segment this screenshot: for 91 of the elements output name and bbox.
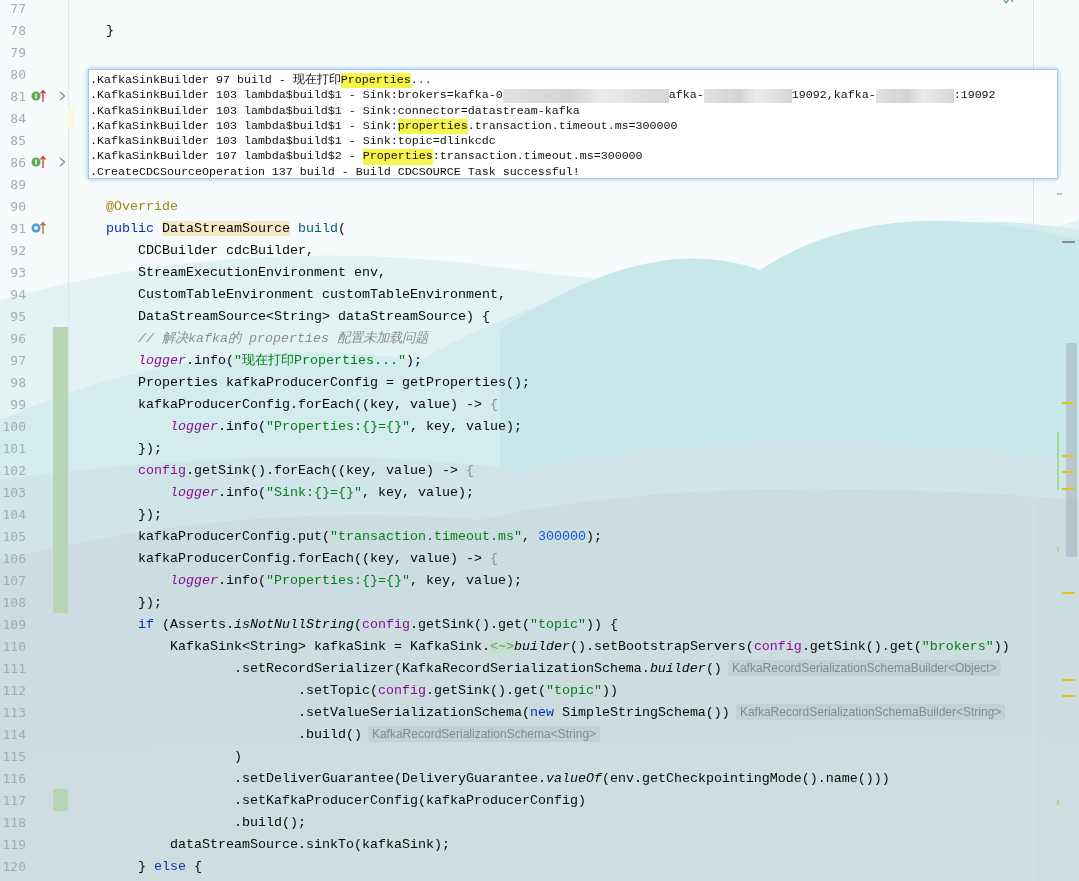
- line-number: 78: [9, 22, 26, 38]
- code-text: kafkaProducerConfig.forEach((key, value) -> {: [137, 550, 498, 566]
- error-stripe-mark[interactable]: [1057, 432, 1059, 490]
- code-text: .setKafkaProducerConfig(kafkaProducerConfig): [232, 792, 586, 808]
- log-line: .KafkaSinkBuilder 103 lambda$build$1 - Sink:topic=dlinkcdc: [90, 134, 497, 150]
- line-number: 94: [9, 286, 26, 302]
- line-number: 103: [1, 484, 26, 500]
- change-marker[interactable]: [53, 591, 68, 613]
- code-text: CDCBuilder cdcBuilder,: [137, 242, 314, 258]
- overriding-method-icon[interactable]: [31, 221, 47, 235]
- line-number: 98: [9, 374, 26, 390]
- log-line: .CreateCDCSourceOperation 137 build - Build CDCSOURCE Task successful!: [90, 164, 581, 181]
- type-hint: KafkaRecordSerializationSchema<String>: [367, 726, 601, 742]
- code-text: logger.info("Sink:{}={}", key, value);: [168, 484, 474, 500]
- code-text: .build(): [296, 726, 362, 742]
- code-text: .setRecordSerializer(KafkaRecordSerializationSchema.builder(): [232, 660, 722, 676]
- error-stripe-mark[interactable]: [1057, 193, 1062, 195]
- code-text: logger.info("Properties:{}={}", key, value);: [168, 418, 522, 434]
- line-number: 97: [9, 352, 26, 368]
- error-stripe-mark[interactable]: [1062, 402, 1075, 404]
- code-text: CustomTableEnvironment customTableEnvironment,: [137, 286, 506, 302]
- line-number: 105: [1, 528, 26, 544]
- error-stripe-mark[interactable]: [1062, 695, 1075, 697]
- line-number: 80: [9, 66, 26, 82]
- code-text: .setValueSerializationSchema(new SimpleStringSchema()): [296, 704, 730, 720]
- error-stripe-mark[interactable]: [1062, 592, 1075, 594]
- error-stripe-mark[interactable]: [1062, 241, 1075, 243]
- code-text: public DataStreamSource build(: [105, 220, 346, 236]
- line-number: 90: [9, 198, 26, 214]
- code-text: }: [105, 22, 114, 38]
- line-number: 92: [9, 242, 26, 258]
- code-text: StreamExecutionEnvironment env,: [137, 264, 386, 280]
- change-marker[interactable]: [53, 327, 68, 349]
- line-number: 79: [9, 44, 26, 60]
- error-stripe-mark[interactable]: [1057, 547, 1059, 552]
- change-marker[interactable]: [53, 789, 68, 811]
- code-text: kafkaProducerConfig.forEach((key, value) -> {: [137, 396, 498, 412]
- line-number: 81: [9, 88, 26, 104]
- check-icon[interactable]: [1003, 0, 1015, 5]
- code-text: dataStreamSource.sinkTo(kafkaSink);: [168, 836, 450, 852]
- error-stripe-mark[interactable]: [1062, 488, 1075, 490]
- line-number: 89: [9, 176, 26, 192]
- error-stripe-mark[interactable]: [1062, 455, 1075, 457]
- line-number: 93: [9, 264, 26, 280]
- code-text: });: [137, 594, 162, 610]
- line-number: 77: [9, 0, 26, 16]
- line-number: 96: [9, 330, 26, 346]
- line-number: 101: [1, 440, 26, 456]
- code-text: KafkaSink<String> kafkaSink = KafkaSink.: [168, 638, 490, 654]
- implementing-method-icon[interactable]: [31, 89, 47, 103]
- chevron-right-icon[interactable]: [59, 91, 66, 101]
- code-text: .setTopic(config.getSink().get("topic")): [296, 682, 618, 698]
- code-text: .build();: [232, 814, 306, 830]
- type-hint: KafkaRecordSerializationSchemaBuilder<Object>: [727, 660, 1001, 676]
- code-text: ): [232, 748, 242, 764]
- log-line: .KafkaSinkBuilder 103 lambda$build$1 - Sink:brokers=kafka-0 afka- 19092,kafka- :19092: [90, 88, 997, 104]
- type-hint: KafkaRecordSerializationSchemaBuilder<String>: [735, 704, 1006, 720]
- line-number: 86: [9, 154, 26, 170]
- line-number: 99: [9, 396, 26, 412]
- line-number: 102: [1, 462, 26, 478]
- code-text: config.getSink().forEach((key, value) -> {: [137, 462, 474, 478]
- line-number: 100: [1, 418, 26, 434]
- log-line: .KafkaSinkBuilder 97 build - 现在打印Properties...: [90, 73, 433, 89]
- line-number: 85: [9, 132, 26, 148]
- error-stripe-mark[interactable]: [1057, 800, 1059, 805]
- code-text: builder().setBootstrapServers(config.getSink().get("brokers")): [513, 638, 1010, 654]
- code-text: kafkaProducerConfig.put("transaction.timeout.ms", 300000);: [137, 528, 602, 544]
- line-number: 84: [9, 110, 26, 126]
- implementing-method-icon[interactable]: [31, 155, 47, 169]
- code-text: .setDeliverGuarantee(DeliveryGuarantee.valueOf(env.getCheckpointingMode().name())): [232, 770, 890, 786]
- error-stripe-mark[interactable]: [1062, 471, 1075, 473]
- error-stripe-mark[interactable]: [1062, 679, 1075, 681]
- code-text: logger.info("Properties:{}={}", key, value);: [168, 572, 522, 588]
- line-number: 95: [9, 308, 26, 324]
- code-text: });: [137, 506, 162, 522]
- code-text: Properties kafkaProducerConfig = getProperties();: [137, 374, 530, 390]
- log-line: .KafkaSinkBuilder 107 lambda$build$2 - Properties:transaction.timeout.ms=300000: [90, 149, 644, 165]
- log-line: .KafkaSinkBuilder 103 lambda$build$1 - Sink:properties.transaction.timeout.ms=300000: [90, 118, 679, 135]
- code-text: } else {: [137, 858, 202, 874]
- code-text: DataStreamSource<String> dataStreamSource) {: [137, 308, 490, 324]
- log-line: .KafkaSinkBuilder 103 lambda$build$1 - Sink:connector=datastream-kafka: [90, 103, 581, 119]
- line-number: 104: [1, 506, 26, 522]
- code-text: @Override: [105, 198, 178, 214]
- line-number: 91: [9, 220, 26, 236]
- chevron-right-icon[interactable]: [59, 157, 66, 167]
- code-text: });: [137, 440, 162, 456]
- code-text: logger.info("现在打印Properties...");: [137, 352, 422, 369]
- line-number: 106: [1, 550, 26, 566]
- code-text: // 解决kafka的 properties 配置未加载问题: [137, 330, 428, 347]
- code-text: if (Asserts.isNotNullString(config.getSink().get("topic")) {: [137, 616, 618, 632]
- scrollbar-thumb[interactable]: [1066, 343, 1077, 557]
